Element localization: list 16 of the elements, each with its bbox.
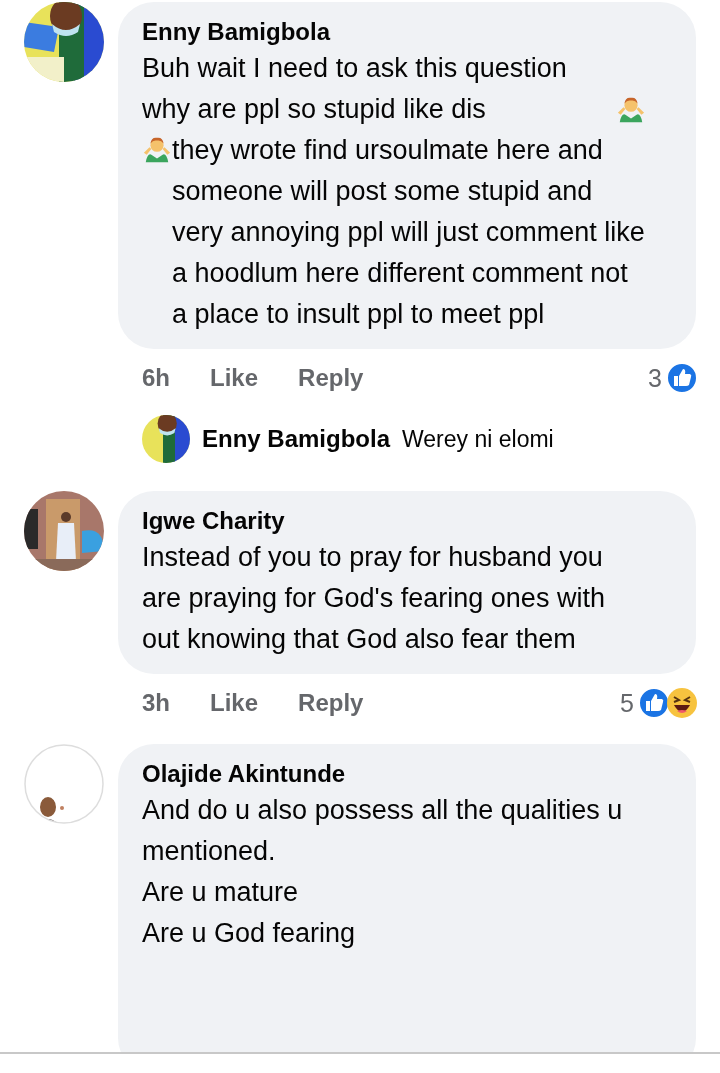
- reply-link[interactable]: Reply: [298, 364, 364, 392]
- comment-time: 6h: [142, 364, 170, 392]
- comment-time: 3h: [142, 689, 170, 717]
- comment-text: And do u also possess all the qualities u mentioned. Are u mature Are u God fearing: [142, 794, 624, 950]
- reply-text: Werey ni elomi: [402, 425, 554, 453]
- comment-author[interactable]: Igwe Charity: [142, 505, 646, 537]
- comment-author[interactable]: Olajide Akintunde: [142, 758, 646, 790]
- comment-text: Instead of you to pray for husband you are praying for God's fearing ones with out knowing that God also fear them: [142, 541, 606, 656]
- reaction-count[interactable]: 5: [620, 688, 634, 718]
- reaction-count[interactable]: 3: [648, 363, 662, 393]
- like-link[interactable]: Like: [210, 689, 259, 717]
- comment-author[interactable]: Enny Bamigbola: [142, 16, 646, 48]
- comment-text: they wrote find ursoulmate here and someone will post some stupid and very annoying ppl will just comment like a hoodlum here different comment not a place to insult ppl to meet ppl: [172, 134, 646, 331]
- like-link[interactable]: Like: [210, 364, 259, 392]
- reply-link[interactable]: Reply: [298, 689, 364, 717]
- reply-author[interactable]: Enny Bamigbola: [202, 425, 391, 453]
